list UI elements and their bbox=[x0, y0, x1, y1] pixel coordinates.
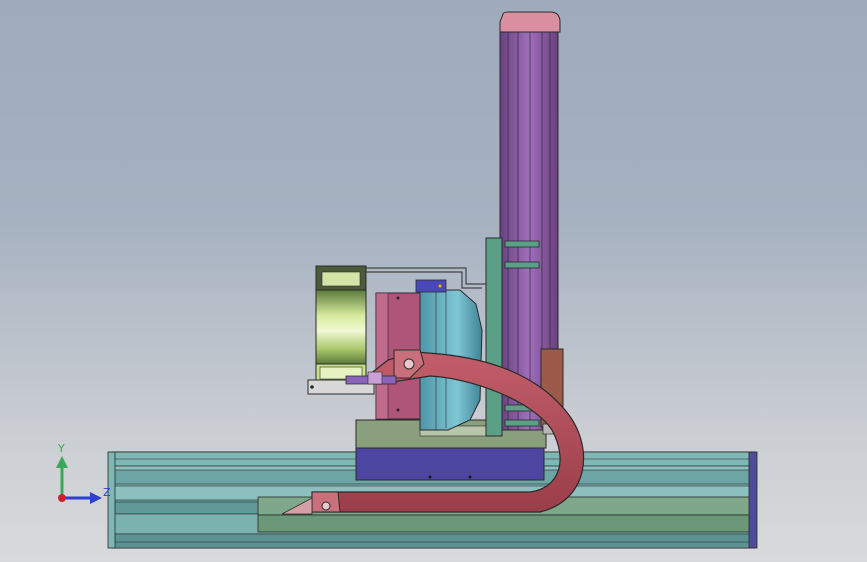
rail-end-cap-right bbox=[748, 451, 758, 549]
column-side-bracket bbox=[485, 237, 503, 437]
triad-origin bbox=[58, 494, 66, 502]
y-axis-label: Y bbox=[58, 442, 65, 455]
column-top-cap bbox=[499, 11, 561, 33]
gripper-roller[interactable] bbox=[307, 265, 375, 395]
linear-module-assembly bbox=[107, 11, 758, 549]
z-axis-label: Z bbox=[103, 486, 111, 499]
cad-graphics-viewport[interactable]: Y Z bbox=[0, 0, 867, 562]
